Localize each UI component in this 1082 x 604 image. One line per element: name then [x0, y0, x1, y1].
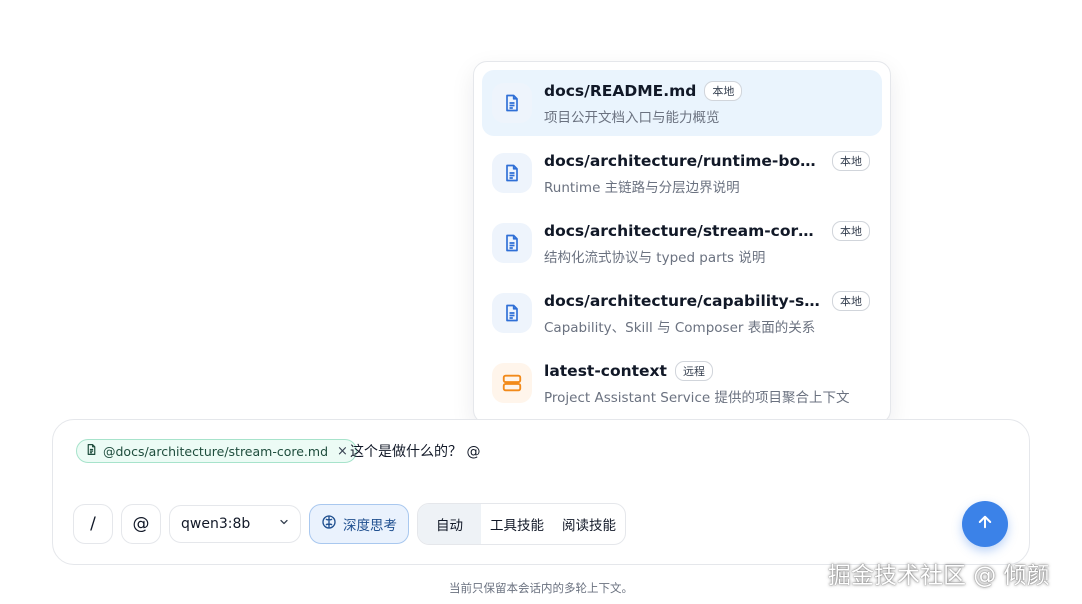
- mention-item-title: docs/architecture/stream-core.md: [544, 221, 824, 240]
- mention-chip[interactable]: @docs/architecture/stream-core.md ×: [76, 439, 357, 463]
- document-icon: [492, 223, 532, 263]
- mention-item-desc: 结构化流式协议与 typed parts 说明: [544, 249, 766, 266]
- mode-switch: 自动 工具技能 阅读技能: [417, 503, 626, 545]
- slash-command-button[interactable]: /: [73, 504, 113, 544]
- mention-item-desc: 项目公开文档入口与能力概览: [544, 109, 720, 126]
- model-select[interactable]: qwen3:8b: [169, 505, 301, 543]
- close-icon[interactable]: ×: [337, 444, 348, 459]
- server-icon: [492, 363, 532, 403]
- mode-auto[interactable]: 自动: [418, 504, 481, 544]
- mention-chip-label: @docs/architecture/stream-core.md: [103, 443, 328, 459]
- chevron-down-icon: [278, 516, 290, 532]
- mention-item-title: docs/README.md: [544, 81, 697, 100]
- watermark: 掘金技术社区 @ 倾颜: [828, 563, 1050, 589]
- mention-item-title: docs/architecture/runtime-boun…: [544, 151, 824, 170]
- mention-button[interactable]: @: [121, 504, 161, 544]
- document-icon: [492, 293, 532, 333]
- source-badge: 本地: [832, 290, 870, 311]
- source-badge: 本地: [832, 150, 870, 171]
- mode-tool-skills[interactable]: 工具技能: [481, 504, 553, 544]
- message-input[interactable]: 这个是做什么的？ @: [350, 441, 480, 461]
- composer-toolbar: / @ qwen3:8b 深度思考 自动 工具技能 阅读技能: [73, 503, 626, 545]
- mention-item[interactable]: docs/architecture/stream-core.md 本地 结构化流…: [482, 210, 882, 276]
- deep-think-button[interactable]: 深度思考: [309, 504, 409, 544]
- source-badge: 远程: [674, 360, 713, 381]
- mention-item-desc: Project Assistant Service 提供的项目聚合上下文: [544, 389, 850, 406]
- deep-think-label: 深度思考: [343, 518, 397, 534]
- source-badge: 本地: [832, 220, 870, 241]
- mention-item[interactable]: docs/architecture/runtime-boun… 本地 Runti…: [482, 140, 882, 206]
- mode-reading-skills[interactable]: 阅读技能: [553, 504, 625, 544]
- mention-item[interactable]: docs/architecture/capability-skill… 本地 C…: [482, 280, 882, 346]
- mention-item-title: latest-context: [544, 361, 667, 380]
- document-icon: [492, 153, 532, 193]
- document-icon: [492, 83, 532, 123]
- arrow-up-icon: [976, 513, 994, 535]
- send-button[interactable]: [962, 501, 1008, 547]
- model-select-value: qwen3:8b: [181, 516, 251, 532]
- mention-item-desc: Capability、Skill 与 Composer 表面的关系: [544, 319, 816, 336]
- source-badge: 本地: [704, 80, 743, 101]
- mention-item-title: docs/architecture/capability-skill…: [544, 291, 824, 310]
- brain-icon: [321, 514, 337, 534]
- mention-item-desc: Runtime 主链路与分层边界说明: [544, 179, 740, 196]
- mention-dropdown: docs/README.md 本地 项目公开文档入口与能力概览 docs/arc…: [473, 61, 891, 424]
- document-icon: [85, 443, 98, 459]
- mention-item[interactable]: latest-context 远程 Project Assistant Serv…: [482, 350, 882, 416]
- composer: @docs/architecture/stream-core.md × 这个是做…: [52, 419, 1030, 565]
- mention-item[interactable]: docs/README.md 本地 项目公开文档入口与能力概览: [482, 70, 882, 136]
